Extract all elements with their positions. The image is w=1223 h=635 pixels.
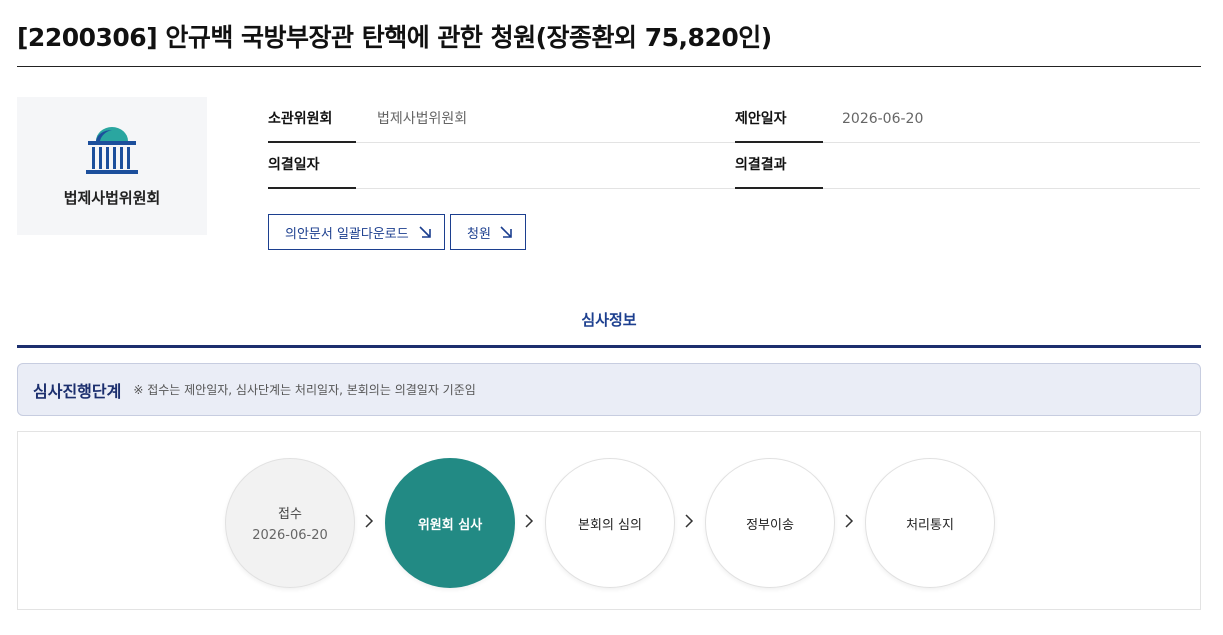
bulk-download-label: 의안문서 일괄다운로드	[285, 226, 409, 242]
committee-label: 소관위원회	[268, 97, 356, 143]
stage-header: 심사진행단계 ※ 접수는 제안일자, 심사단계는 처리일자, 본회의는 의결일자…	[17, 363, 1201, 416]
stage-note: ※ 접수는 제안일자, 심사단계는 처리일자, 본회의는 의결일자 기준임	[133, 383, 476, 397]
proposal-date-label: 제안일자	[735, 97, 823, 143]
info-row-resolution: 의결일자 의결결과	[268, 143, 1200, 189]
chevron-right-icon	[365, 514, 374, 528]
bulk-download-button[interactable]: 의안문서 일괄다운로드	[268, 214, 445, 250]
step-gov-transfer: 정부이송	[705, 458, 835, 588]
step-label: 본회의 심의	[578, 517, 642, 533]
info-row-committee: 소관위원회 법제사법위원회 제안일자 2026-06-20	[268, 97, 1200, 143]
step-plenary: 본회의 심의	[545, 458, 675, 588]
page-title: [2200306] 안규백 국방부장관 탄핵에 관한 청원(장종환외 75,82…	[17, 23, 772, 52]
tab-underline	[17, 345, 1201, 348]
step-label: 처리통지	[906, 517, 954, 533]
stage-title: 심사진행단계	[33, 381, 122, 401]
chevron-right-icon	[685, 514, 694, 528]
arrow-down-right-icon	[419, 226, 431, 238]
chevron-right-icon	[525, 514, 534, 528]
step-label: 위원회 심사	[417, 517, 483, 533]
petition-label: 청원	[467, 226, 491, 242]
committee-value: 법제사법위원회	[377, 111, 468, 127]
proposal-date-value: 2026-06-20	[842, 111, 924, 127]
petition-button[interactable]: 청원	[450, 214, 526, 250]
resolution-date-label: 의결일자	[268, 143, 356, 189]
committee-name: 법제사법위원회	[63, 189, 161, 207]
step-notification: 처리통지	[865, 458, 995, 588]
chevron-right-icon	[845, 514, 854, 528]
national-assembly-icon	[86, 127, 138, 174]
arrow-down-right-icon	[500, 226, 512, 238]
tab-review-info[interactable]: 심사정보	[17, 303, 1201, 345]
title-divider	[17, 66, 1201, 67]
step-received: 접수 2026-06-20	[225, 458, 355, 588]
step-committee-review: 위원회 심사	[385, 458, 515, 588]
step-label: 정부이송	[746, 517, 794, 533]
step-label: 접수	[278, 507, 302, 522]
step-date: 2026-06-20	[252, 528, 328, 543]
steps-box: 접수 2026-06-20 위원회 심사 본회의 심의 정부이송 처리통지	[17, 431, 1201, 610]
resolution-result-label: 의결결과	[735, 143, 823, 189]
committee-card: 법제사법위원회	[17, 97, 207, 235]
